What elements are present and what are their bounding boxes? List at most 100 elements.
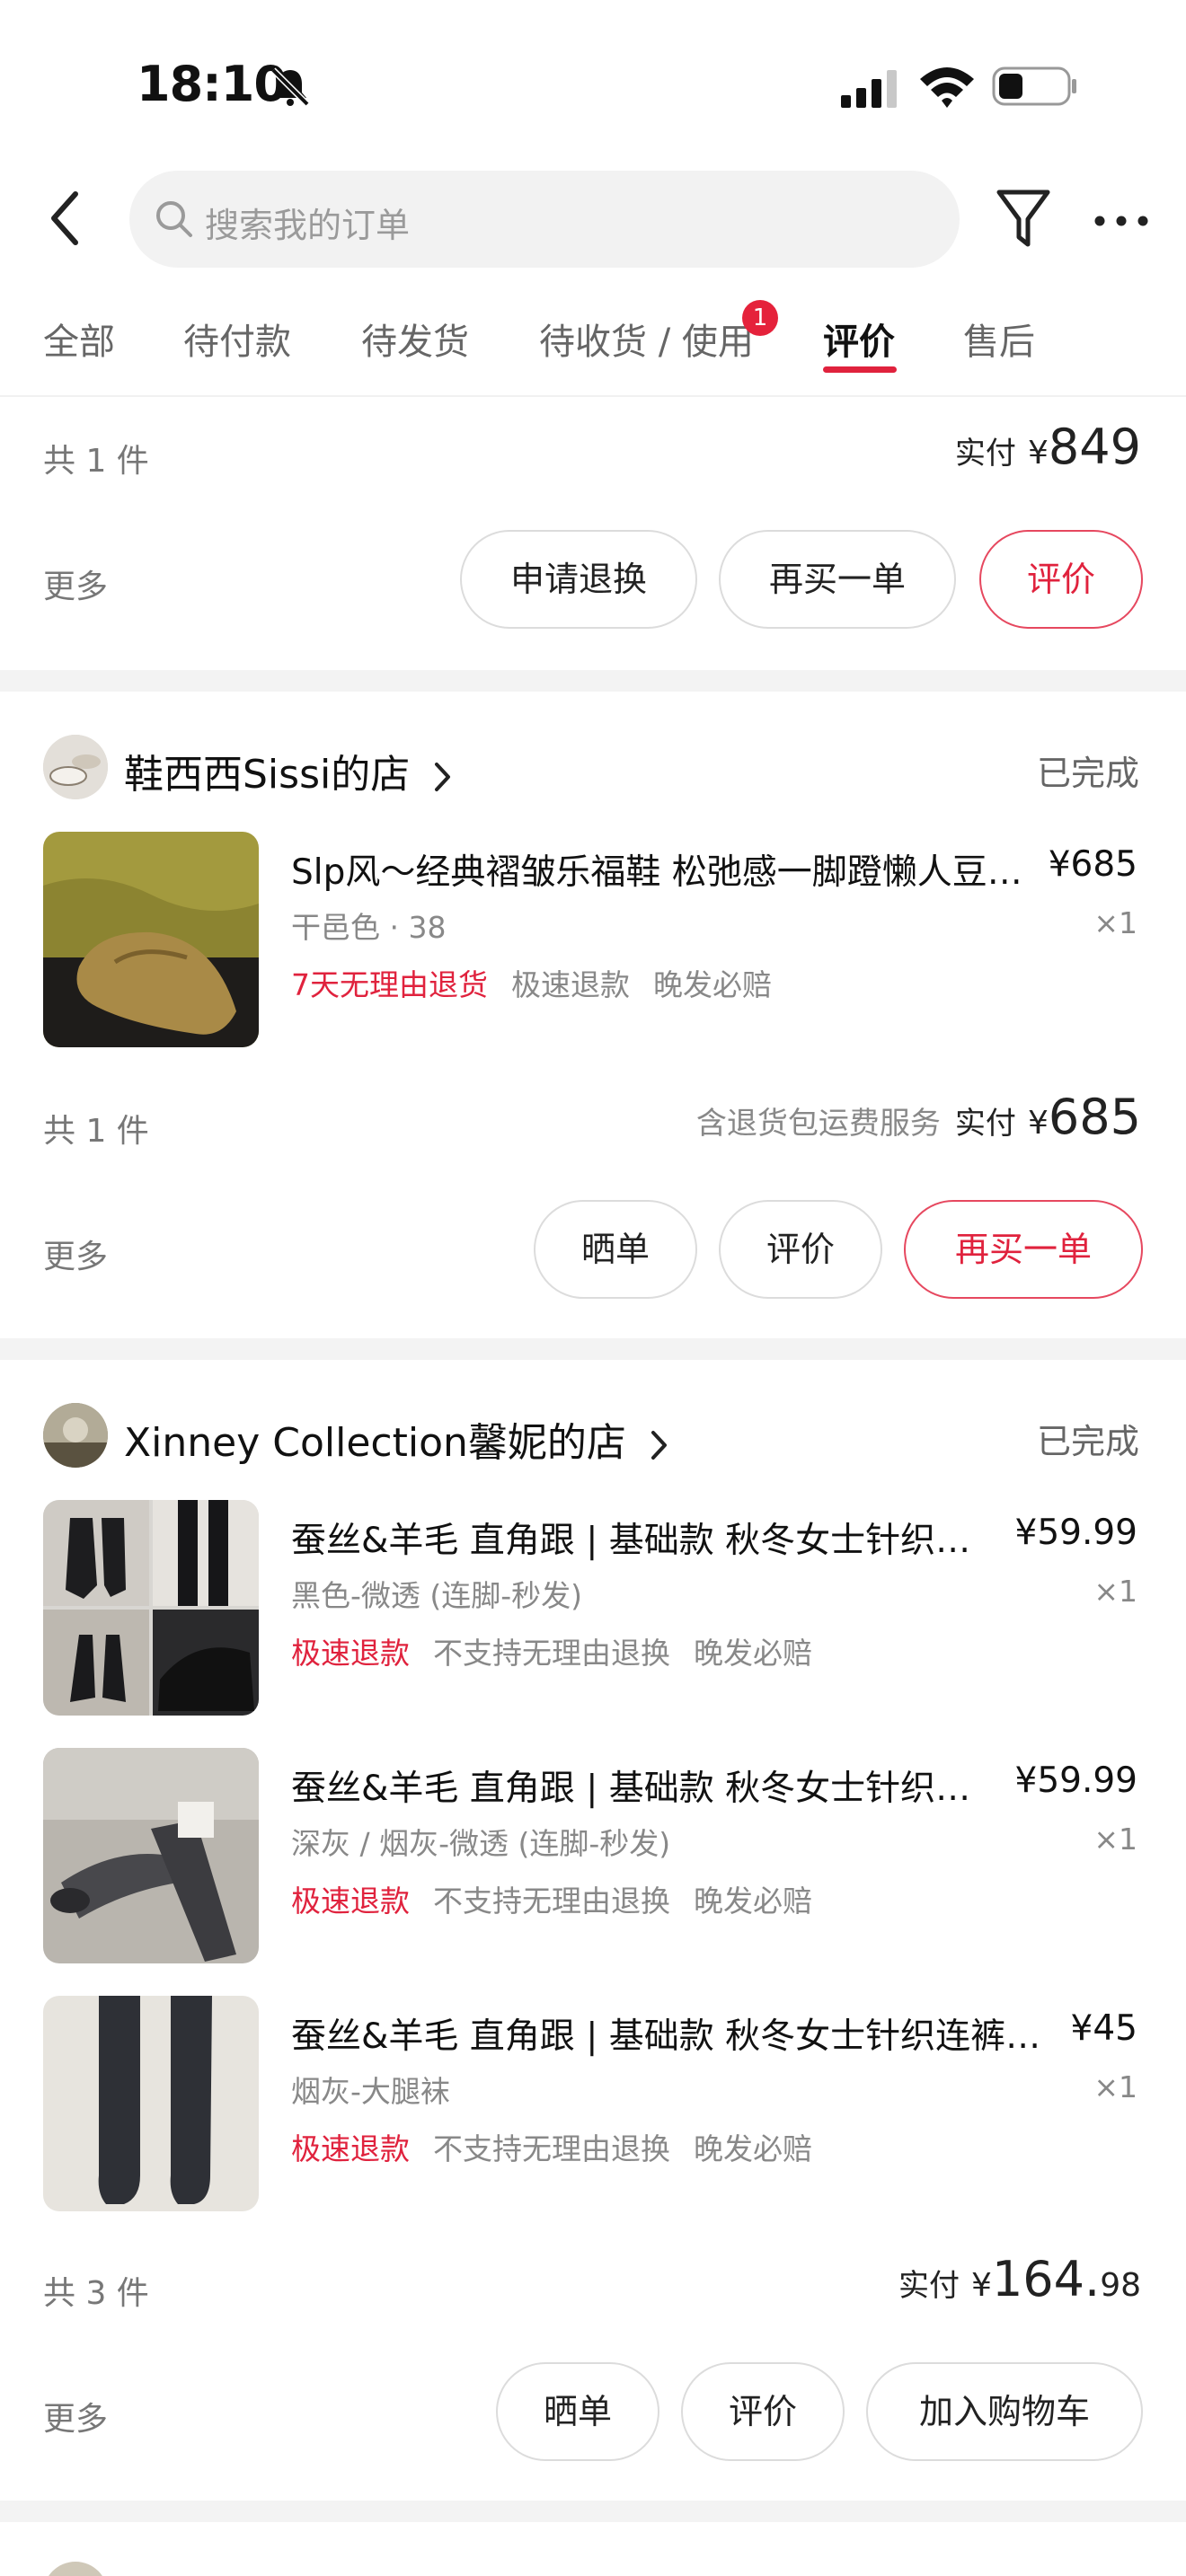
service-tag: 极速退款 <box>291 1636 410 1671</box>
paid-label: 实付 <box>954 1106 1016 1142</box>
product-spec: 深灰 / 烟灰-微透 (连脚-秒发) <box>291 1826 671 1861</box>
chevron-right-icon <box>651 1431 667 1460</box>
service-tag: 晚发必赔 <box>653 967 772 1002</box>
product-title[interactable]: 蚕丝&羊毛 直角跟 | 基础款 秋冬女士针织连裤大腿袜 <box>291 2008 1042 2059</box>
service-tags: 极速退款 不支持无理由退换 晚发必赔 <box>291 1629 836 1672</box>
signal-icon <box>841 70 897 108</box>
product-title[interactable]: 蚕丝&羊毛 直角跟 | 基础款 秋冬女士针织连裤袜 <box>291 1513 1005 1563</box>
product-quantity: ×1 <box>1093 1574 1137 1609</box>
currency-symbol: ¥ <box>971 2267 992 2304</box>
tights-image <box>43 1500 259 1716</box>
order-status: 已完成 <box>1036 754 1139 793</box>
service-tags: 极速退款 不支持无理由退换 晚发必赔 <box>291 2125 836 2168</box>
search-icon <box>156 201 192 237</box>
add-to-cart-button[interactable]: 加入购物车 <box>866 2362 1143 2461</box>
review-button[interactable]: 评价 <box>681 2362 845 2461</box>
share-review-button[interactable]: 晒单 <box>534 1200 697 1299</box>
search-placeholder: 搜索我的订单 <box>205 206 411 245</box>
service-tag: 晚发必赔 <box>694 1883 812 1919</box>
status-bar: 18:10 <box>0 0 1186 162</box>
tab-after-sales[interactable]: 售后 <box>963 313 1035 365</box>
product-price: ¥59.99 <box>1014 1513 1137 1553</box>
chevron-right-icon <box>435 763 451 791</box>
paid-label: 实付 <box>898 2268 960 2304</box>
product-thumbnail[interactable] <box>43 832 259 1047</box>
product-quantity: ×1 <box>1093 2069 1137 2104</box>
order-item-count: 共 1 件 <box>43 443 149 480</box>
service-tag: 不支持无理由退换 <box>433 2131 670 2166</box>
buy-again-button[interactable]: 再买一单 <box>904 1200 1143 1299</box>
service-tag: 不支持无理由退换 <box>433 1883 670 1919</box>
tights-image <box>43 1748 259 1963</box>
product-thumbnail[interactable] <box>43 1748 259 1963</box>
service-tag: 极速退款 <box>511 967 630 1002</box>
back-arrow-icon[interactable] <box>43 187 88 250</box>
product-spec: 黑色-微透 (连脚-秒发) <box>291 1578 583 1613</box>
status-time: 18:10 <box>137 56 288 112</box>
service-tag: 不支持无理由退换 <box>433 1636 670 1671</box>
tab-pending-receipt[interactable]: 待收货 / 使用 <box>539 313 754 365</box>
product-thumbnail[interactable] <box>43 1500 259 1716</box>
tab-pending-payment[interactable]: 待付款 <box>183 313 291 365</box>
shop-avatar[interactable] <box>43 1403 108 1468</box>
review-button[interactable]: 评价 <box>719 1200 882 1299</box>
product-quantity: ×1 <box>1093 1822 1137 1857</box>
thigh-high-image <box>43 1996 259 2211</box>
more-link[interactable]: 更多 <box>43 1231 108 1277</box>
shop-name-link[interactable]: Xinney Collection馨妮的店 <box>124 1410 669 1468</box>
product-spec: 干邑色 · 38 <box>291 910 447 945</box>
product-thumbnail[interactable] <box>43 1996 259 2211</box>
section-divider <box>0 2501 1186 2522</box>
more-link[interactable]: 更多 <box>43 2393 108 2439</box>
service-tag: 晚发必赔 <box>694 2131 812 2166</box>
product-price: ¥685 <box>1048 844 1137 885</box>
section-divider <box>0 670 1186 692</box>
tab-review[interactable]: 评价 <box>823 313 895 365</box>
review-button[interactable]: 评价 <box>979 530 1143 629</box>
paid-amount: 164. <box>991 2251 1101 2307</box>
shipping-insurance-note: 含退货包运费服务 <box>695 1106 941 1142</box>
filter-icon[interactable] <box>994 185 1053 253</box>
service-tag: 7天无理由退货 <box>291 967 488 1002</box>
more-options-icon[interactable] <box>1093 214 1150 228</box>
order-paid-total: 含退货包运费服务 实付 ¥685 <box>696 1089 1141 1145</box>
more-link[interactable]: 更多 <box>43 560 108 607</box>
search-input[interactable]: 搜索我的订单 <box>129 171 960 268</box>
tab-all[interactable]: 全部 <box>43 313 115 365</box>
order-paid-total: 实付 ¥849 <box>955 419 1141 475</box>
shop-name-link[interactable]: 鞋西西Sissi的店 <box>124 742 453 799</box>
paid-amount-decimal: 98 <box>1100 2267 1141 2304</box>
buy-again-button[interactable]: 再买一单 <box>719 530 956 629</box>
paid-amount: 849 <box>1048 419 1141 475</box>
order-paid-total: 实付 ¥164.98 <box>898 2251 1141 2307</box>
product-title[interactable]: Slp风～经典褶皱乐福鞋 松弛感一脚蹬懒人豆豆鞋 <box>291 844 1026 895</box>
order-item-count: 共 1 件 <box>43 1113 149 1150</box>
wifi-icon <box>920 67 974 108</box>
product-price: ¥45 <box>1070 2008 1137 2049</box>
product-price: ¥59.99 <box>1014 1760 1137 1801</box>
paid-label: 实付 <box>954 436 1016 472</box>
shop-avatar-image <box>43 735 108 799</box>
bell-muted-icon <box>270 67 310 107</box>
battery-icon <box>992 66 1076 106</box>
share-review-button[interactable]: 晒单 <box>496 2362 659 2461</box>
order-status: 已完成 <box>1036 1422 1139 1461</box>
product-spec: 烟灰-大腿袜 <box>291 2074 450 2109</box>
service-tags: 极速退款 不支持无理由退换 晚发必赔 <box>291 1877 836 1920</box>
tab-active-underline <box>823 366 897 373</box>
service-tag: 极速退款 <box>291 2131 410 2166</box>
product-title[interactable]: 蚕丝&羊毛 直角跟 | 基础款 秋冬女士针织连裤袜 <box>291 1760 1005 1811</box>
request-return-button[interactable]: 申请退换 <box>460 530 697 629</box>
currency-symbol: ¥ <box>1028 435 1049 472</box>
service-tag: 极速退款 <box>291 1883 410 1919</box>
service-tags: 7天无理由退货 极速退款 晚发必赔 <box>291 961 795 1004</box>
tab-badge: 1 <box>742 300 778 336</box>
shop-avatar[interactable] <box>43 735 108 799</box>
tab-pending-shipment[interactable]: 待发货 <box>361 313 469 365</box>
shop-name: Xinney Collection馨妮的店 <box>124 1420 626 1466</box>
order-tabs: 全部 待付款 待发货 待收货 / 使用 1 评价 售后 <box>0 286 1186 397</box>
shop-avatar[interactable] <box>43 2562 108 2576</box>
section-divider <box>0 1338 1186 1360</box>
currency-symbol: ¥ <box>1028 1105 1049 1142</box>
product-quantity: ×1 <box>1093 905 1137 940</box>
